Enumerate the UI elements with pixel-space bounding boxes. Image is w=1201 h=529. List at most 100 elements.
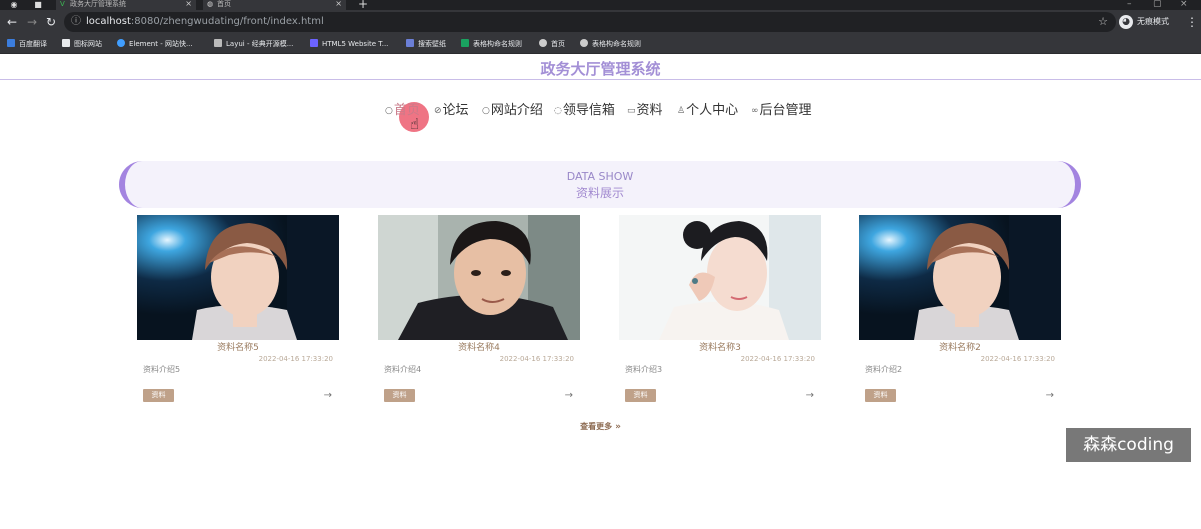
bookmark-label: 搜索壁纸 <box>418 40 446 48</box>
nav-item-admin[interactable]: ∞后台管理 <box>751 101 812 121</box>
url-host: localhost <box>86 16 131 27</box>
home-icon: ○ <box>385 106 393 116</box>
nav-label: 网站介绍 <box>490 103 543 118</box>
bookmark-item[interactable]: 图标网站 <box>62 38 102 50</box>
layui-icon <box>214 39 222 47</box>
tab-admin-system[interactable]: V 政务大厅管理系统 × <box>56 0 196 10</box>
watermark: 森森coding <box>1066 428 1191 462</box>
address-bar[interactable]: ⓘ localhost:8080/zhengwudating/front/ind… <box>64 12 1116 32</box>
banner-cn-title: 资料展示 <box>575 186 624 200</box>
minimize-icon[interactable]: – <box>1127 0 1132 9</box>
site-title: 政务大厅管理系统 <box>540 60 661 78</box>
close-icon[interactable]: × <box>185 0 192 8</box>
bookmark-label: 图标网站 <box>74 40 102 48</box>
material-time: 2022-04-16 17:33:20 <box>740 355 815 363</box>
bookmark-item[interactable]: 表格构命名规则 <box>461 38 522 50</box>
material-card[interactable]: 资料名称3 2022-04-16 17:33:20 资料介绍3 资料 → <box>619 215 821 405</box>
bookmark-label: 表格构命名规则 <box>592 40 641 48</box>
bookmark-star-icon[interactable]: ☆ <box>1098 14 1108 30</box>
wallpaper-icon <box>406 39 414 47</box>
double-chevron-right-icon: » <box>615 422 621 432</box>
reload-icon[interactable]: ↻ <box>43 14 59 30</box>
flag-icon <box>62 39 70 47</box>
nav-label: 资料 <box>636 103 663 118</box>
view-more-link[interactable]: 查看更多» <box>0 421 1201 433</box>
material-time: 2022-04-16 17:33:20 <box>980 355 1055 363</box>
material-name[interactable]: 资料名称3 <box>619 342 821 354</box>
nav-item-about[interactable]: ○网站介绍 <box>482 101 543 121</box>
sheet-icon <box>461 39 469 47</box>
globe-icon <box>580 39 588 47</box>
material-intro: 资料介绍2 <box>865 365 903 374</box>
material-tag: 资料 <box>384 389 415 402</box>
material-card[interactable]: 资料名称2 2022-04-16 17:33:20 资料介绍2 资料 → <box>859 215 1061 405</box>
browser-menu-icon[interactable]: ◉ <box>9 0 19 9</box>
material-intro: 资料介绍3 <box>625 365 663 374</box>
nav-item-profile[interactable]: ♙个人中心 <box>677 101 738 121</box>
bookmarks-bar: 百度翻译 图标网站 Element - 网站快... Layui - 经典开源模… <box>0 34 1201 54</box>
material-name[interactable]: 资料名称2 <box>859 342 1061 354</box>
material-photo[interactable] <box>859 215 1061 340</box>
nav-label: 后台管理 <box>759 103 812 118</box>
new-tab-button[interactable]: + <box>358 0 368 10</box>
circle-icon: ○ <box>482 106 490 116</box>
hand-cursor-icon: ☝ <box>410 115 420 133</box>
maximize-icon[interactable]: ▢ <box>1153 0 1162 9</box>
material-intro: 资料介绍4 <box>384 365 422 374</box>
nav-label: 领导信箱 <box>562 103 615 118</box>
bookmark-item[interactable]: 搜索壁纸 <box>406 38 446 50</box>
material-name[interactable]: 资料名称4 <box>378 342 580 354</box>
window-close-icon[interactable]: × <box>1180 0 1188 9</box>
material-photo[interactable] <box>137 215 339 340</box>
more-menu-icon[interactable]: ⋮ <box>1186 14 1198 30</box>
info-icon[interactable]: ⓘ <box>71 15 83 29</box>
bookmark-item[interactable]: Layui - 经典开源模... <box>214 38 293 50</box>
bookmark-label: Layui - 经典开源模... <box>226 40 294 48</box>
html5-icon <box>310 39 318 47</box>
incognito-icon: ◕ <box>1119 15 1133 29</box>
globe-favicon-icon: ◍ <box>207 0 214 8</box>
tab-search-icon[interactable]: ■ <box>33 0 43 9</box>
profile-label: 无痕模式 <box>1137 17 1169 26</box>
material-card[interactable]: 资料名称4 2022-04-16 17:33:20 资料介绍4 资料 → <box>378 215 580 405</box>
bookmark-item[interactable]: 表格构命名规则 <box>580 38 641 50</box>
title-divider <box>0 79 1201 80</box>
close-icon[interactable]: × <box>335 0 342 8</box>
tab-home[interactable]: ◍ 首页 × <box>203 0 346 10</box>
address-url[interactable]: localhost:8080/zhengwudating/front/index… <box>86 15 324 29</box>
bookmark-label: Element - 网站快... <box>129 40 193 48</box>
bookmark-item[interactable]: HTML5 Website T... <box>310 38 388 50</box>
nav-item-mailbox[interactable]: ◌领导信箱 <box>554 101 615 121</box>
bookmark-label: HTML5 Website T... <box>322 40 389 48</box>
bookmark-item[interactable]: 百度翻译 <box>7 38 47 50</box>
bookmark-item[interactable]: 首页 <box>539 38 565 50</box>
image-icon: ▭ <box>627 106 636 116</box>
back-icon[interactable]: ← <box>4 14 20 30</box>
compass-icon: ⊘ <box>434 106 442 116</box>
arrow-right-icon[interactable]: → <box>806 389 814 402</box>
material-card[interactable]: 资料名称5 2022-04-16 17:33:20 资料介绍5 资料 → <box>137 215 339 405</box>
bookmark-item[interactable]: Element - 网站快... <box>117 38 193 50</box>
material-photo[interactable] <box>378 215 580 340</box>
nav-item-forum[interactable]: ⊘论坛 <box>434 101 469 121</box>
link-icon: ∞ <box>751 106 759 116</box>
nav-label: 个人中心 <box>686 103 739 118</box>
translate-icon <box>7 39 15 47</box>
material-photo[interactable] <box>619 215 821 340</box>
element-icon <box>117 39 125 47</box>
material-time: 2022-04-16 17:33:20 <box>499 355 574 363</box>
banner-en-title: DATA SHOW <box>566 170 634 183</box>
nav-item-materials[interactable]: ▭资料 <box>627 101 663 121</box>
forward-icon[interactable]: → <box>24 14 40 30</box>
material-intro: 资料介绍5 <box>143 365 181 374</box>
incognito-profile[interactable]: ◕ 无痕模式 <box>1119 14 1179 30</box>
bookmark-label: 百度翻译 <box>19 40 47 48</box>
material-name[interactable]: 资料名称5 <box>137 342 339 354</box>
arrow-right-icon[interactable]: → <box>1046 389 1054 402</box>
bookmark-label: 首页 <box>551 40 565 48</box>
bookmark-label: 表格构命名规则 <box>473 40 522 48</box>
arrow-right-icon[interactable]: → <box>324 389 332 402</box>
nav-label: 论坛 <box>442 103 469 118</box>
material-time: 2022-04-16 17:33:20 <box>258 355 333 363</box>
arrow-right-icon[interactable]: → <box>565 389 573 402</box>
